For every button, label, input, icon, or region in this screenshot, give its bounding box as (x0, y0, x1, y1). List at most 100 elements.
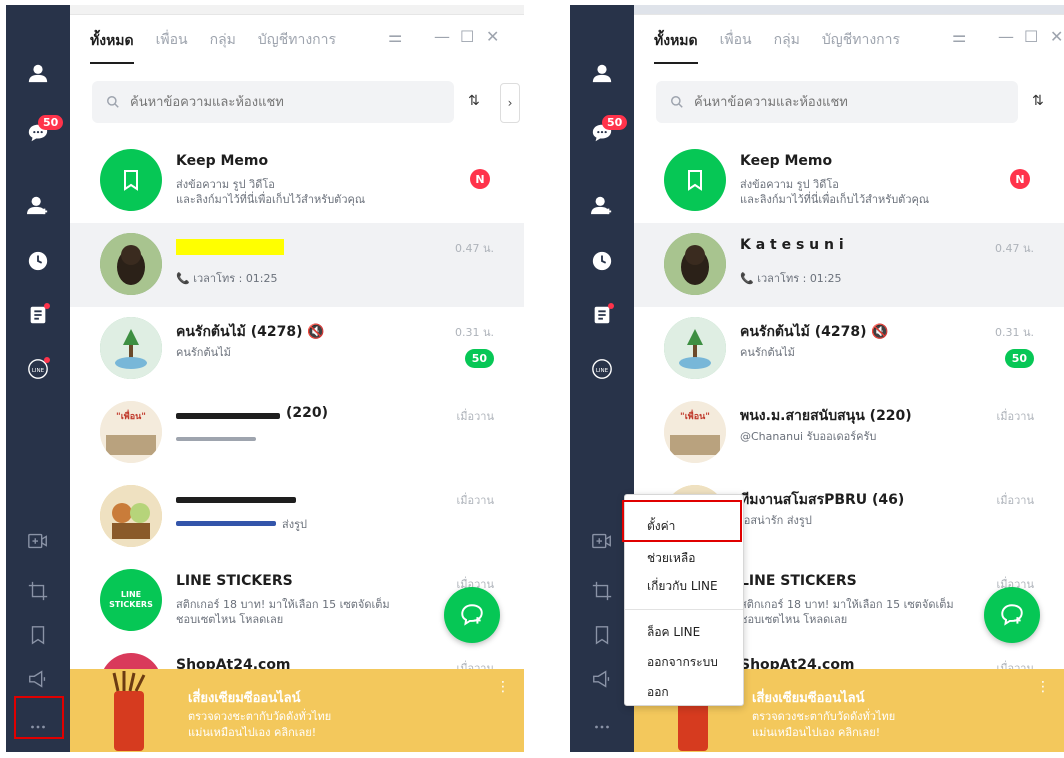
menu-item-exit[interactable]: ออก (647, 683, 669, 702)
tab-official[interactable]: บัญชีทางการ (258, 29, 336, 51)
video-add-icon[interactable] (6, 521, 70, 561)
chat-title: Keep Memo (740, 153, 833, 169)
tab-friends[interactable]: เพื่อน (156, 29, 188, 51)
banner-more-icon[interactable]: ⋮ (1036, 679, 1050, 695)
chat-preview: คนรักต้นไม้ (176, 346, 231, 359)
scrambled-preview (176, 437, 256, 441)
clock-icon[interactable] (6, 241, 70, 281)
notes-icon[interactable] (570, 295, 634, 335)
promo-banner[interactable]: เสี่ยงเซียมซีออนไลน์ ตรวจดวงชะตากับวัดดั… (70, 669, 524, 752)
banner-title: เสี่ยงเซียมซีออนไลน์ (188, 691, 301, 706)
unread-count: 50 (464, 349, 494, 368)
new-badge: N (470, 169, 490, 189)
menu-item-lock[interactable]: ล็อค LINE (647, 623, 700, 642)
minimize-icon[interactable]: — (434, 27, 450, 46)
mute-icon: 🔇 (307, 324, 325, 340)
minimize-icon[interactable]: — (998, 27, 1014, 46)
new-chat-button[interactable] (444, 587, 500, 643)
filter-icon[interactable]: ⚌ (952, 27, 966, 46)
line-icon[interactable]: LINE (570, 349, 634, 389)
new-badge: N (1010, 169, 1030, 189)
chats-icon[interactable]: 50 (6, 113, 70, 153)
chat-preview-line: สติกเกอร์ 18 บาท! มาให้เลือก 15 เซตจัดเต… (176, 598, 390, 611)
chat-row[interactable]: ส่งรูป เมื่อวาน (70, 475, 524, 559)
notes-dot (608, 303, 614, 309)
banner-line: แม่นเหมือนไปเอง คลิกเลย! (188, 726, 317, 739)
chat-preview: คนรักต้นไม้ (740, 346, 795, 359)
chat-time: เมื่อวาน (996, 410, 1035, 423)
tab-all[interactable]: ทั้งหมด (90, 30, 134, 64)
sort-icon[interactable]: ⇅ (468, 93, 480, 109)
search-input[interactable] (130, 94, 430, 110)
chats-icon[interactable]: 50 (570, 113, 634, 153)
chat-preview: ส่งข้อความ รูป วิดีโอ และลิงก์มาไว้ที่นี่… (176, 177, 365, 207)
chat-row[interactable]: Keep Memo ส่งข้อความ รูป วิดีโอ และลิงก์ม… (634, 139, 1064, 223)
chat-row[interactable]: 📞 เวลาโทร : 01:25 0.47 น. (70, 223, 524, 307)
menu-item-help[interactable]: ช่วยเหลือ (647, 549, 696, 568)
tab-all[interactable]: ทั้งหมด (654, 30, 698, 64)
svg-text:LINE: LINE (32, 368, 45, 374)
sort-icon[interactable]: ⇅ (1032, 93, 1044, 109)
call-info: 📞 เวลาโทร : 01:25 (176, 272, 278, 285)
scrambled-preview (176, 521, 276, 526)
tab-groups[interactable]: กลุ่ม (210, 29, 236, 51)
close-icon[interactable]: ✕ (1050, 27, 1063, 46)
maximize-icon[interactable]: ☐ (460, 27, 474, 46)
new-chat-icon (1001, 604, 1023, 626)
menu-item-about[interactable]: เกี่ยวกับ LINE (647, 577, 718, 596)
main-pane: ทั้งหมด เพื่อน กลุ่ม บัญชีทางการ ⚌ — ☐ ✕… (70, 5, 524, 752)
chat-row[interactable]: คนรักต้นไม้ (4278) 🔇 คนรักต้นไม้ 0.31 น.… (70, 307, 524, 391)
banner-line: แม่นเหมือนไปเอง คลิกเลย! (752, 726, 881, 739)
chat-title-text: คนรักต้นไม้ (4278) (176, 324, 303, 340)
chat-title: LINE STICKERS (740, 573, 857, 589)
chat-row[interactable]: คนรักต้นไม้ (4278) 🔇 คนรักต้นไม้ 0.31 น.… (634, 307, 1064, 391)
new-chat-icon (461, 604, 483, 626)
search-input[interactable] (694, 94, 994, 110)
highlight-box (14, 696, 64, 739)
new-chat-button[interactable] (984, 587, 1040, 643)
line-icon[interactable]: LINE (6, 349, 70, 389)
tab-official[interactable]: บัญชีทางการ (822, 29, 900, 51)
chat-preview: เอสน่ารัก ส่งรูป (740, 514, 812, 527)
chat-preview-line: ส่งข้อความ รูป วิดีโอ (176, 178, 275, 191)
add-friend-icon[interactable] (570, 185, 634, 225)
fortune-sticks-icon (112, 671, 146, 751)
call-info: 📞 เวลาโทร : 01:25 (740, 272, 842, 285)
chat-preview-line: และลิงก์มาไว้ที่นี่เพื่อเก็บไว้สำหรับตัว… (740, 193, 930, 206)
expand-arrow-icon[interactable]: › (500, 83, 520, 123)
chat-title: LINE STICKERS (176, 573, 293, 589)
chat-row[interactable]: K a t e s u n i 📞 เวลาโทร : 01:25 0.47 น… (634, 223, 1064, 307)
friends-icon[interactable] (6, 53, 70, 93)
clock-icon[interactable] (570, 241, 634, 281)
announce-icon[interactable] (6, 659, 70, 699)
group-avatar (664, 317, 726, 379)
chat-row[interactable]: "เพื่อน" (220) เมื่อวาน (70, 391, 524, 475)
chat-time: เมื่อวาน (456, 494, 495, 507)
menu-item-logout[interactable]: ออกจากระบบ (647, 653, 718, 672)
search-bar[interactable] (92, 81, 454, 123)
friends-icon[interactable] (570, 53, 634, 93)
chat-title: Keep Memo (176, 153, 269, 169)
more-icon[interactable] (570, 707, 634, 747)
maximize-icon[interactable]: ☐ (1024, 27, 1038, 46)
bookmark-icon (688, 170, 702, 191)
notes-icon[interactable] (6, 295, 70, 335)
bookmark-icon[interactable] (6, 615, 70, 655)
chat-row[interactable]: "เพื่อน" พนง.ม.สายสนับสนุน (220) @Chanan… (634, 391, 1064, 475)
filter-icon[interactable]: ⚌ (388, 27, 402, 46)
chat-title: คนรักต้นไม้ (4278) 🔇 (176, 321, 325, 343)
chat-preview-line: สติกเกอร์ 18 บาท! มาให้เลือก 15 เซตจัดเต… (740, 598, 954, 611)
scrambled-text (176, 413, 280, 419)
crop-icon[interactable] (6, 571, 70, 611)
tab-friends[interactable]: เพื่อน (720, 29, 752, 51)
line-dot (44, 357, 50, 363)
add-friend-icon[interactable] (6, 185, 70, 225)
search-bar[interactable] (656, 81, 1018, 123)
banner-more-icon[interactable]: ⋮ (496, 679, 510, 695)
chat-time: 0.31 น. (454, 326, 494, 339)
chat-row[interactable]: Keep Memo ส่งข้อความ รูป วิดีโอ และลิงก์ม… (70, 139, 524, 223)
tab-groups[interactable]: กลุ่ม (774, 29, 800, 51)
chat-preview-line: ชอบเซตไหน โหลดเลย (176, 613, 284, 626)
close-icon[interactable]: ✕ (486, 27, 499, 46)
line-window-right: 50 LINE ทั้งหมด เพื่อน กลุ่ม บัญชีทางการ… (570, 5, 1064, 752)
